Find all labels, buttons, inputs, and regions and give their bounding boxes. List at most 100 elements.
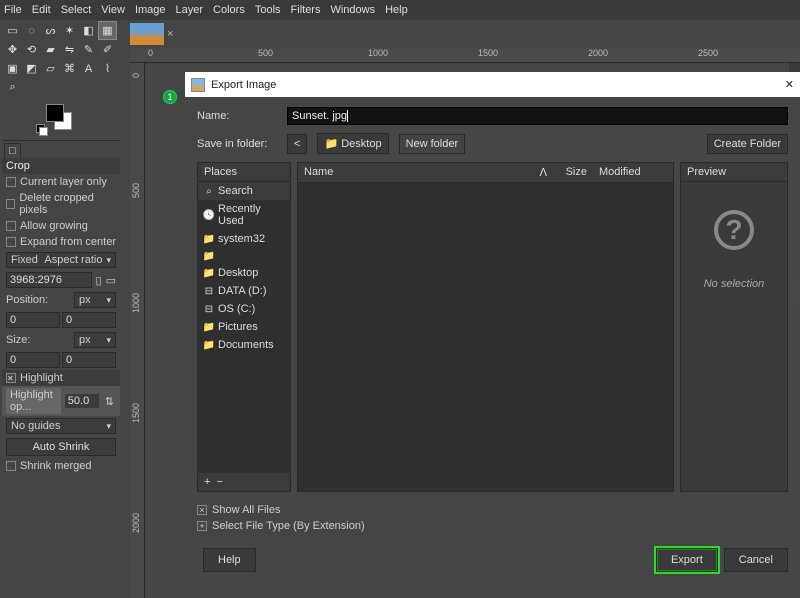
checkbox[interactable] [6, 461, 16, 471]
guides-combo[interactable]: No guides▾ [6, 418, 116, 434]
flip-tool-icon[interactable]: ⇋ [61, 41, 78, 58]
menu-edit[interactable]: Edit [32, 4, 51, 16]
place-desktop[interactable]: 📁Desktop [198, 264, 290, 282]
checkbox[interactable] [6, 199, 15, 209]
move-tool-icon[interactable]: ✥ [4, 41, 21, 58]
auto-shrink-button[interactable]: Auto Shrink [6, 438, 116, 456]
lasso-tool-icon[interactable]: ᔕ [42, 22, 59, 39]
checkbox[interactable] [6, 237, 16, 247]
expand-toggle[interactable]: + [197, 521, 207, 531]
fuzzy-select-tool-icon[interactable]: ✶ [61, 22, 78, 39]
highlight-opacity-label: Highlight op... [6, 388, 61, 414]
place-blank[interactable]: 📁 [198, 248, 290, 264]
place-documents[interactable]: 📁Documents [198, 336, 290, 354]
landscape-icon[interactable]: ▭ [106, 274, 116, 287]
menu-view[interactable]: View [101, 4, 125, 16]
help-button[interactable]: Help [203, 548, 256, 572]
menu-help[interactable]: Help [385, 4, 408, 16]
dialog-titlebar[interactable]: Export Image ✕ [185, 72, 800, 97]
scale-tool-icon[interactable]: ▰ [42, 41, 59, 58]
combo-value: Fixed [11, 254, 38, 266]
place-recent[interactable]: 🕓Recently Used [198, 200, 290, 230]
combo-label: Aspect ratio [44, 254, 102, 266]
image-tab-bar: × [0, 20, 800, 48]
position-y-input[interactable]: 0 [62, 312, 116, 328]
menu-file[interactable]: File [4, 4, 22, 16]
ellipse-select-tool-icon[interactable]: ◌ [23, 22, 40, 39]
place-pictures[interactable]: 📁Pictures [198, 318, 290, 336]
opt-highlight: Highlight [20, 372, 63, 384]
drive-icon: ⊟ [204, 304, 214, 314]
folder-icon: 📁 [204, 322, 214, 332]
column-size[interactable]: Size [553, 163, 593, 182]
name-label: Name: [197, 110, 277, 122]
ruler-label: 1500 [131, 403, 141, 423]
checkbox[interactable] [6, 177, 16, 187]
menu-image[interactable]: Image [135, 4, 166, 16]
create-folder-button[interactable]: Create Folder [707, 134, 788, 154]
eraser-tool-icon[interactable]: ▱ [42, 60, 59, 77]
place-system32[interactable]: 📁system32 [198, 230, 290, 248]
menu-filters[interactable]: Filters [291, 4, 321, 16]
tool-options-title: Crop [2, 158, 120, 174]
aspect-mode-combo[interactable]: Fixed Aspect ratio ▾ [6, 252, 116, 268]
preview-pane: Preview ? No selection [680, 162, 788, 492]
menu-tools[interactable]: Tools [255, 4, 281, 16]
folder-new-button[interactable]: New folder [399, 134, 466, 154]
ruler-label: 0 [148, 48, 153, 58]
menu-windows[interactable]: Windows [330, 4, 375, 16]
size-unit-combo[interactable]: px▾ [74, 332, 116, 348]
checkbox[interactable] [6, 221, 16, 231]
column-name[interactable]: Nameᐱ [298, 163, 553, 182]
folder-back-button[interactable]: < [287, 134, 307, 154]
rect-select-tool-icon[interactable]: ▭ [4, 22, 21, 39]
close-icon[interactable]: ✕ [785, 78, 794, 91]
menu-layer[interactable]: Layer [176, 4, 204, 16]
pencil-tool-icon[interactable]: ✐ [99, 41, 116, 58]
places-remove-button[interactable]: − [217, 476, 223, 488]
ruler-label: 500 [131, 183, 141, 198]
highlight-opacity-value[interactable]: 50.0 [65, 394, 99, 408]
cancel-button[interactable]: Cancel [724, 548, 788, 572]
file-list[interactable]: Nameᐱ Size Modified [297, 162, 674, 492]
place-data-d[interactable]: ⊟DATA (D:) [198, 282, 290, 300]
place-search[interactable]: ⌕Search [198, 182, 290, 200]
menu-colors[interactable]: Colors [213, 4, 245, 16]
bucket-fill-tool-icon[interactable]: ▣ [4, 60, 21, 77]
color-swatches[interactable] [46, 104, 80, 132]
preview-header: Preview [681, 163, 787, 182]
select-file-type-toggle[interactable]: Select File Type (By Extension) [212, 520, 365, 532]
place-os-c[interactable]: ⊟OS (C:) [198, 300, 290, 318]
position-unit-combo[interactable]: px▾ [74, 292, 116, 308]
export-button[interactable]: Export [656, 548, 718, 572]
checkbox-checked[interactable] [6, 373, 16, 383]
zoom-tool-icon[interactable]: ⌕ [4, 79, 21, 96]
expand-toggle[interactable]: × [197, 505, 207, 515]
position-x-input[interactable]: 0 [6, 312, 60, 328]
spinner-icon[interactable]: ⇅ [103, 395, 116, 408]
foreground-color-swatch[interactable] [46, 104, 64, 122]
default-colors-icon[interactable] [36, 124, 46, 134]
show-all-files-toggle[interactable]: Show All Files [212, 504, 280, 516]
text-tool-icon[interactable]: A [80, 60, 97, 77]
paths-tool-icon[interactable]: ⌇ [99, 60, 116, 77]
clone-tool-icon[interactable]: ⌘ [61, 60, 78, 77]
tool-options-tab[interactable]: □ [4, 143, 21, 158]
color-select-tool-icon[interactable]: ◧ [80, 22, 97, 39]
close-image-icon[interactable]: × [167, 28, 173, 40]
column-modified[interactable]: Modified [593, 163, 673, 182]
gradient-tool-icon[interactable]: ◩ [23, 60, 40, 77]
export-image-dialog: Export Image ✕ Name: Sunset. jpg Save in… [185, 72, 800, 598]
menu-select[interactable]: Select [61, 4, 92, 16]
folder-current-button[interactable]: 📁 Desktop [317, 133, 388, 154]
portrait-icon[interactable]: ▯ [96, 274, 102, 287]
places-add-button[interactable]: + [204, 476, 210, 488]
crop-tool-icon[interactable]: ▦ [99, 22, 116, 39]
aspect-value-input[interactable]: 3968:2976 [6, 272, 92, 288]
rotate-tool-icon[interactable]: ⟲ [23, 41, 40, 58]
paintbrush-tool-icon[interactable]: ✎ [80, 41, 97, 58]
size-w-input[interactable]: 0 [6, 352, 60, 368]
size-h-input[interactable]: 0 [62, 352, 116, 368]
image-thumbnail[interactable] [130, 23, 164, 45]
filename-input[interactable]: Sunset. jpg [287, 107, 788, 125]
